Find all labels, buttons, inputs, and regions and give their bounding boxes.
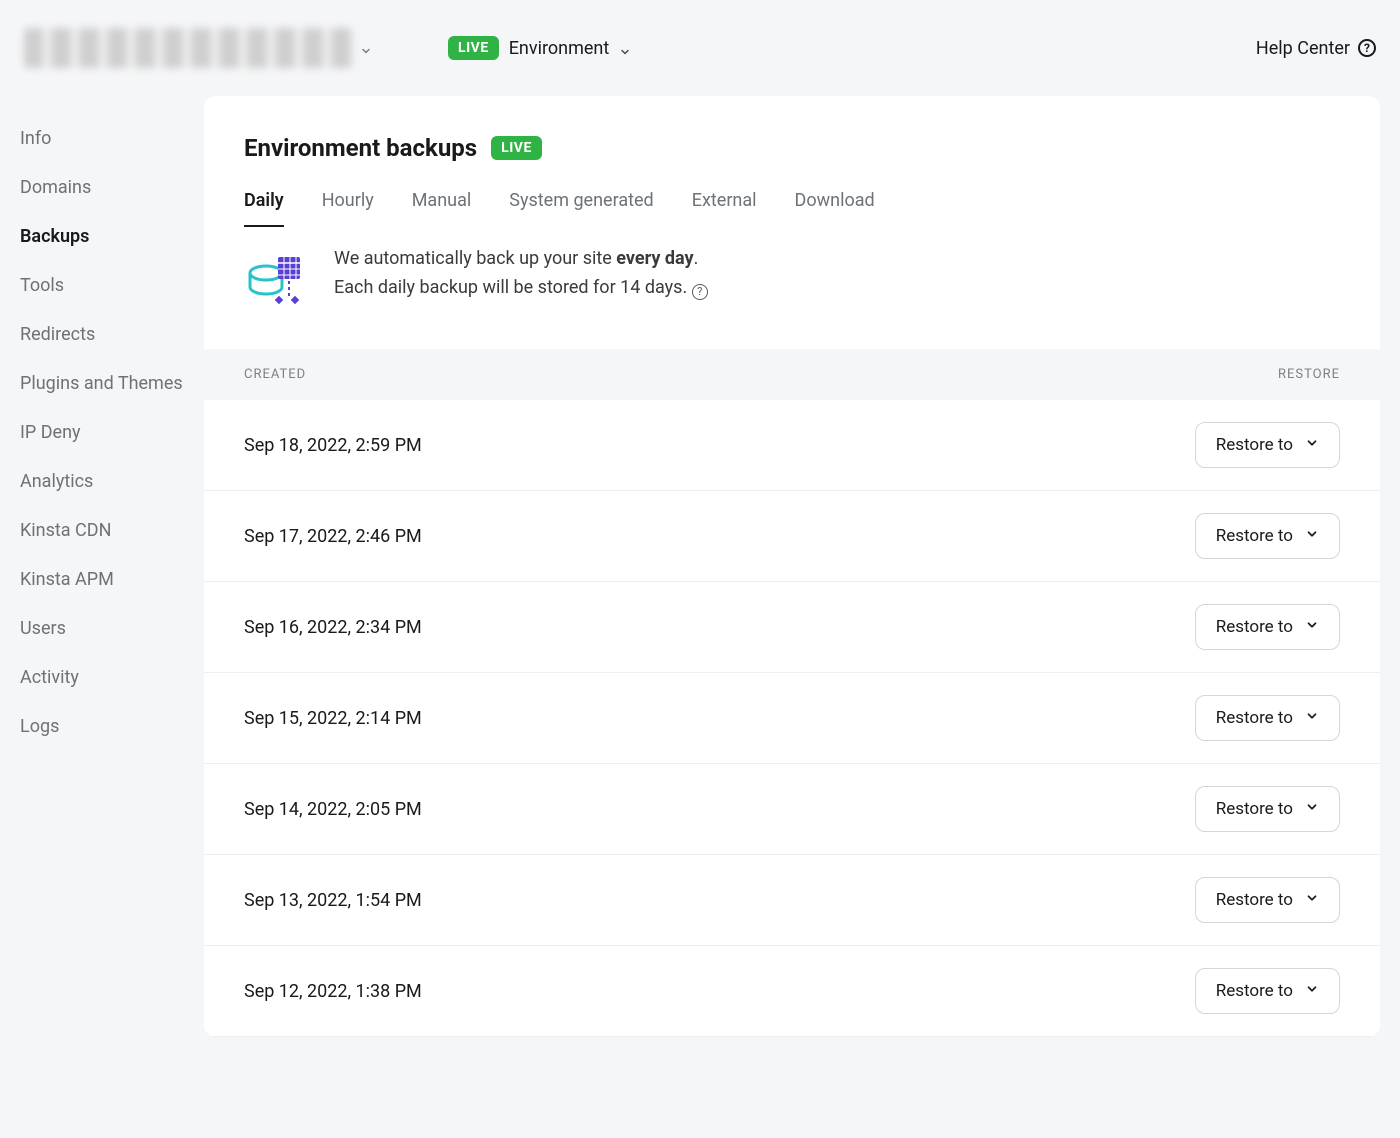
- tab-external[interactable]: External: [692, 190, 757, 227]
- info-line1-a: We automatically back up your site: [334, 248, 616, 269]
- tab-daily[interactable]: Daily: [244, 190, 284, 227]
- sidebar-item-kinsta-cdn[interactable]: Kinsta CDN: [0, 506, 204, 555]
- restore-to-button[interactable]: Restore to: [1195, 968, 1340, 1014]
- restore-button-label: Restore to: [1216, 526, 1293, 546]
- sidebar-item-label: Users: [20, 618, 66, 639]
- chevron-down-icon: [1305, 799, 1319, 819]
- table-row: Sep 17, 2022, 2:46 PM Restore to: [204, 491, 1380, 582]
- created-cell: Sep 12, 2022, 1:38 PM: [244, 981, 422, 1002]
- chevron-down-icon: [619, 42, 631, 54]
- sidebar-item-label: Activity: [20, 667, 79, 688]
- created-cell: Sep 16, 2022, 2:34 PM: [244, 617, 422, 638]
- sidebar-item-info[interactable]: Info: [0, 114, 204, 163]
- chevron-down-icon: [1305, 890, 1319, 910]
- chevron-down-icon: [1305, 708, 1319, 728]
- tab-system-generated[interactable]: System generated: [509, 190, 653, 227]
- page-title: Environment backups: [244, 134, 477, 162]
- info-line1-c: .: [694, 248, 699, 269]
- sidebar-item-ip-deny[interactable]: IP Deny: [0, 408, 204, 457]
- sidebar-item-label: Kinsta CDN: [20, 520, 111, 541]
- chevron-down-icon: [1305, 617, 1319, 637]
- restore-to-button[interactable]: Restore to: [1195, 786, 1340, 832]
- sidebar-item-label: Info: [20, 128, 51, 149]
- live-badge: LIVE: [448, 36, 499, 60]
- environment-label: Environment: [509, 38, 610, 59]
- sidebar-item-label: Kinsta APM: [20, 569, 114, 590]
- sidebar-item-redirects[interactable]: Redirects: [0, 310, 204, 359]
- created-cell: Sep 15, 2022, 2:14 PM: [244, 708, 422, 729]
- help-icon: ?: [1358, 39, 1376, 57]
- tab-download[interactable]: Download: [795, 190, 875, 227]
- table-row: Sep 14, 2022, 2:05 PM Restore to: [204, 764, 1380, 855]
- sidebar-item-backups[interactable]: Backups: [0, 212, 204, 261]
- tabs: Daily Hourly Manual System generated Externa…: [204, 172, 1380, 227]
- sidebar-item-label: Backups: [20, 226, 89, 247]
- sidebar-item-kinsta-apm[interactable]: Kinsta APM: [0, 555, 204, 604]
- restore-button-label: Restore to: [1216, 890, 1293, 910]
- help-center-link[interactable]: Help Center ?: [1256, 38, 1376, 59]
- live-badge: LIVE: [491, 136, 542, 160]
- chevron-down-icon: [1305, 526, 1319, 546]
- restore-button-label: Restore to: [1216, 617, 1293, 637]
- table-header: CREATED RESTORE: [204, 349, 1380, 400]
- sidebar-item-activity[interactable]: Activity: [0, 653, 204, 702]
- sidebar: Info Domains Backups Tools Redirects Plugins …: [0, 96, 204, 751]
- environment-selector[interactable]: LIVE Environment: [448, 36, 631, 60]
- site-selector[interactable]: [24, 28, 404, 68]
- created-cell: Sep 17, 2022, 2:46 PM: [244, 526, 422, 547]
- info-line2: Each daily backup will be stored for 14 …: [334, 277, 687, 298]
- sidebar-item-label: Logs: [20, 716, 59, 737]
- help-center-label: Help Center: [1256, 38, 1350, 59]
- restore-button-label: Restore to: [1216, 435, 1293, 455]
- info-line1-b: every day: [616, 248, 693, 269]
- info-text: We automatically back up your site every…: [334, 245, 708, 303]
- table-row: Sep 18, 2022, 2:59 PM Restore to: [204, 400, 1380, 491]
- restore-to-button[interactable]: Restore to: [1195, 604, 1340, 650]
- site-name-redacted: [24, 28, 354, 68]
- created-cell: Sep 14, 2022, 2:05 PM: [244, 799, 422, 820]
- sidebar-item-label: Tools: [20, 275, 64, 296]
- created-cell: Sep 13, 2022, 1:54 PM: [244, 890, 422, 911]
- sidebar-item-label: Domains: [20, 177, 91, 198]
- help-tooltip-icon[interactable]: ?: [692, 284, 708, 300]
- tab-hourly[interactable]: Hourly: [322, 190, 374, 227]
- restore-to-button[interactable]: Restore to: [1195, 695, 1340, 741]
- restore-to-button[interactable]: Restore to: [1195, 513, 1340, 559]
- sidebar-item-label: Analytics: [20, 471, 93, 492]
- col-created: CREATED: [244, 367, 306, 382]
- restore-button-label: Restore to: [1216, 981, 1293, 1001]
- sidebar-item-analytics[interactable]: Analytics: [0, 457, 204, 506]
- table-body: Sep 18, 2022, 2:59 PMRestore toSep 17, 2…: [204, 400, 1380, 1037]
- main-panel: Environment backups LIVE Daily Hourly Manu…: [204, 96, 1380, 1037]
- table-row: Sep 12, 2022, 1:38 PM Restore to: [204, 946, 1380, 1037]
- sidebar-item-label: Plugins and Themes: [20, 373, 183, 394]
- backup-schedule-icon: [244, 245, 308, 309]
- topbar: LIVE Environment Help Center ?: [0, 0, 1400, 96]
- tab-manual[interactable]: Manual: [412, 190, 472, 227]
- sidebar-item-tools[interactable]: Tools: [0, 261, 204, 310]
- chevron-down-icon: [1305, 981, 1319, 1001]
- info-row: We automatically back up your site every…: [204, 227, 1380, 349]
- restore-to-button[interactable]: Restore to: [1195, 422, 1340, 468]
- sidebar-item-logs[interactable]: Logs: [0, 702, 204, 751]
- sidebar-item-label: Redirects: [20, 324, 95, 345]
- layout: Info Domains Backups Tools Redirects Plugins …: [0, 96, 1400, 1037]
- table-row: Sep 15, 2022, 2:14 PM Restore to: [204, 673, 1380, 764]
- sidebar-item-domains[interactable]: Domains: [0, 163, 204, 212]
- chevron-down-icon: [1305, 435, 1319, 455]
- created-cell: Sep 18, 2022, 2:59 PM: [244, 435, 422, 456]
- sidebar-item-users[interactable]: Users: [0, 604, 204, 653]
- panel-header: Environment backups LIVE: [204, 96, 1380, 172]
- table-row: Sep 16, 2022, 2:34 PM Restore to: [204, 582, 1380, 673]
- sidebar-item-plugins-and-themes[interactable]: Plugins and Themes: [0, 359, 204, 408]
- restore-button-label: Restore to: [1216, 708, 1293, 728]
- col-restore: RESTORE: [1278, 367, 1340, 382]
- sidebar-item-label: IP Deny: [20, 422, 81, 443]
- chevron-down-icon: [360, 42, 372, 54]
- table-row: Sep 13, 2022, 1:54 PM Restore to: [204, 855, 1380, 946]
- restore-to-button[interactable]: Restore to: [1195, 877, 1340, 923]
- restore-button-label: Restore to: [1216, 799, 1293, 819]
